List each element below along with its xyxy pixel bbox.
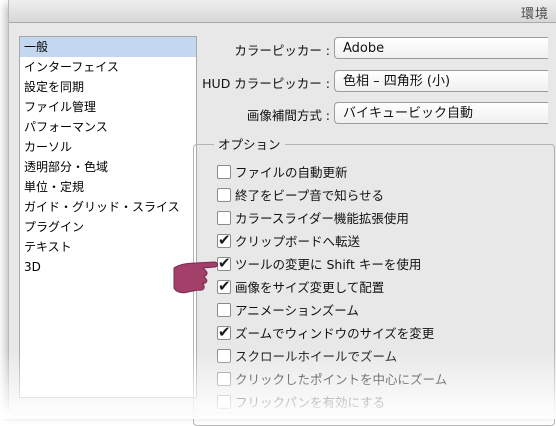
option-animated-zoom[interactable]: アニメーションズーム — [217, 301, 359, 321]
checkbox[interactable] — [217, 165, 231, 179]
option-auto-update-files[interactable]: ファイルの自動更新 — [217, 163, 348, 183]
option-export-clipboard[interactable]: クリップボードへ転送 — [217, 230, 361, 252]
option-beep-when-done[interactable]: 終了をビープ音で知らせる — [217, 186, 384, 206]
hud-color-picker-select[interactable]: 色相 – 四角形 (小) — [334, 70, 548, 92]
sidebar-item-interface[interactable]: インターフェイス — [20, 57, 196, 77]
option-label: 画像をサイズ変更して配置 — [235, 280, 385, 295]
option-shift-tool-switch[interactable]: ツールの変更に Shift キーを使用 — [217, 253, 422, 275]
pointing-hand-icon — [173, 261, 218, 294]
option-label: ツールの変更に Shift キーを使用 — [235, 257, 422, 272]
option-label: クリップボードへ転送 — [235, 234, 361, 249]
interpolation-label: 画像補間方式 : — [246, 108, 330, 123]
option-zoom-resizes-windows[interactable]: ズームでウィンドウのサイズを変更 — [217, 322, 435, 344]
window-title: 環境 — [520, 7, 549, 22]
checkbox[interactable] — [217, 349, 231, 363]
color-picker-select[interactable]: Adobe — [334, 37, 548, 59]
option-dynamic-color-sliders[interactable]: カラースライダー機能拡張使用 — [217, 209, 409, 229]
interpolation-select[interactable]: バイキュービック自動 — [334, 102, 548, 124]
sidebar-item-performance[interactable]: パフォーマンス — [20, 117, 196, 137]
checkbox[interactable] — [217, 211, 231, 225]
sidebar-item-units-rulers[interactable]: 単位・定規 — [20, 177, 196, 197]
checkbox[interactable] — [217, 395, 231, 409]
option-label: ズームでウィンドウのサイズを変更 — [235, 326, 435, 341]
hud-color-picker-label: HUD カラーピッカー : — [202, 76, 330, 91]
sidebar-item-plugins[interactable]: プラグイン — [20, 217, 196, 237]
category-list[interactable]: 一般 インターフェイス 設定を同期 ファイル管理 パフォーマンス カーソル 透明… — [19, 36, 197, 398]
checkbox[interactable] — [217, 303, 231, 317]
option-label: フリックパンを有効にする — [235, 395, 386, 410]
option-label: スクロールホイールでズーム — [235, 349, 398, 364]
option-zoom-with-scroll-wheel[interactable]: スクロールホイールでズーム — [217, 347, 397, 367]
title-bar: 環境 — [9, 0, 556, 23]
color-picker-label: カラーピッカー : — [234, 43, 330, 58]
option-label: カラースライダー機能拡張使用 — [235, 211, 409, 226]
sidebar-item-general[interactable]: 一般 — [20, 37, 196, 57]
option-resize-image-during-place[interactable]: 画像をサイズ変更して配置 — [217, 276, 385, 298]
sidebar-item-guides-grid-slices[interactable]: ガイド・グリッド・スライス — [20, 197, 196, 217]
checkbox-checked[interactable] — [217, 322, 231, 342]
checkbox[interactable] — [217, 188, 231, 202]
sidebar-item-cursors[interactable]: カーソル — [20, 137, 196, 157]
option-label: クリックしたポイントを中心にズーム — [235, 372, 448, 387]
option-label: 終了をビープ音で知らせる — [235, 188, 385, 203]
checkbox-checked[interactable] — [217, 230, 231, 250]
option-label: ファイルの自動更新 — [235, 165, 348, 180]
options-legend: オプション — [214, 134, 285, 153]
sidebar-item-sync-settings[interactable]: 設定を同期 — [20, 77, 196, 97]
option-enable-flick-panning[interactable]: フリックパンを有効にする — [217, 393, 385, 413]
sidebar-item-file-handling[interactable]: ファイル管理 — [20, 97, 196, 117]
option-label: アニメーションズーム — [235, 303, 359, 318]
option-zoom-clicked-point-to-center[interactable]: クリックしたポイントを中心にズーム — [217, 370, 447, 390]
checkbox[interactable] — [217, 372, 231, 386]
sidebar-item-transparency-gamut[interactable]: 透明部分・色域 — [20, 157, 196, 177]
